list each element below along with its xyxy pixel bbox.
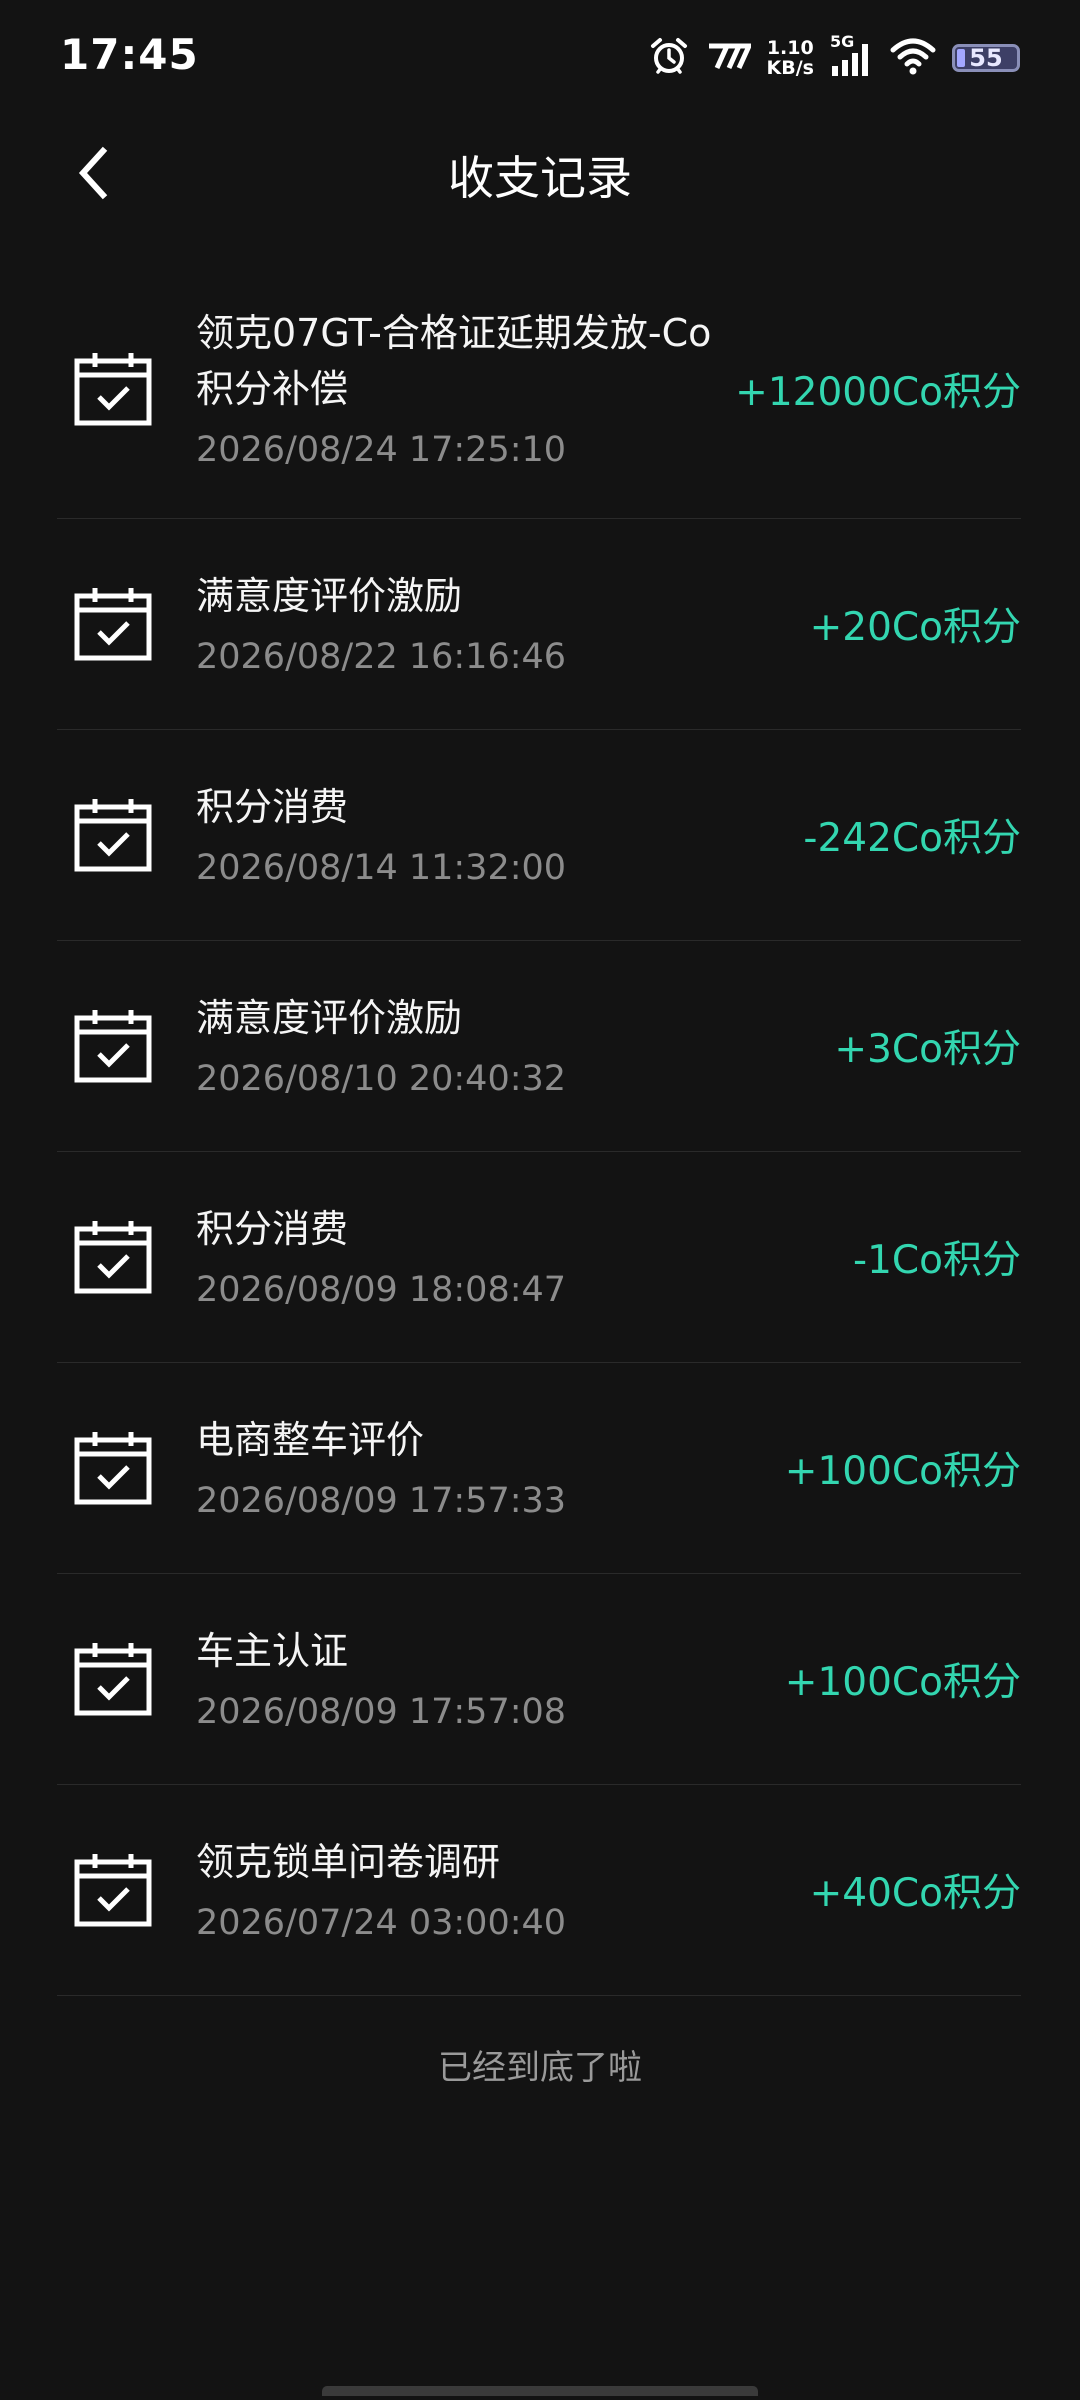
record-text: 积分消费 2026/08/09 18:08:47 <box>196 1201 816 1313</box>
record-text: 满意度评价激励 2026/08/10 20:40:32 <box>196 990 816 1102</box>
calendar-check-icon <box>74 353 152 426</box>
record-date: 2026/08/09 18:08:47 <box>196 1270 567 1310</box>
record-text: 满意度评价激励 2026/08/22 16:16:46 <box>196 568 816 680</box>
calendar-check-icon <box>74 1221 152 1294</box>
record-title: 电商整车评价 <box>196 1418 425 1462</box>
record-title: 积分消费 <box>196 1207 349 1251</box>
record-title-line: 领克07GT-合格证延期发放-Co <box>196 311 712 355</box>
list-item[interactable]: 电商整车评价 2026/08/09 17:57:33 +100Co积分 <box>57 1363 1021 1574</box>
calendar-check-icon <box>74 1432 152 1505</box>
record-title: 满意度评价激励 <box>196 996 463 1040</box>
calendar-check-icon <box>74 1854 152 1927</box>
record-date: 2026/08/09 17:57:08 <box>196 1692 567 1732</box>
status-time: 17:45 <box>60 30 199 79</box>
end-of-list-text: 已经到底了啦 <box>438 2048 642 2088</box>
battery-level: 55 <box>969 44 1003 72</box>
vibrate-mode-icon <box>705 40 753 76</box>
record-text: 电商整车评价 2026/08/09 17:57:33 <box>196 1412 816 1524</box>
record-title: 积分消费 <box>196 785 349 829</box>
record-amount: +40Co积分 <box>809 1871 1021 1916</box>
record-amount: +3Co积分 <box>834 1027 1021 1072</box>
list-item[interactable]: 满意度评价激励 2026/08/10 20:40:32 +3Co积分 <box>57 941 1021 1152</box>
record-title: 车主认证 <box>196 1629 349 1673</box>
signal-icon: 5G <box>830 32 874 80</box>
list-item[interactable]: 领克07GT-合格证延期发放-Co 积分补偿 2026/08/24 17:25:… <box>57 260 1021 519</box>
record-date: 2026/08/22 16:16:46 <box>196 637 567 677</box>
calendar-check-icon <box>74 588 152 661</box>
record-text: 积分消费 2026/08/14 11:32:00 <box>196 779 816 891</box>
record-date: 2026/08/24 17:25:10 <box>196 430 567 470</box>
calendar-check-icon <box>74 799 152 872</box>
record-date: 2026/08/14 11:32:00 <box>196 848 567 888</box>
record-amount: +12000Co积分 <box>735 370 1021 415</box>
home-indicator[interactable] <box>322 2386 758 2396</box>
record-amount: +20Co积分 <box>809 605 1021 650</box>
network-speed-value: 1.10 <box>766 37 814 59</box>
record-amount: -1Co积分 <box>853 1238 1021 1283</box>
record-date: 2026/08/09 17:57:33 <box>196 1481 567 1521</box>
page-title: 收支记录 <box>448 151 632 205</box>
record-amount: +100Co积分 <box>784 1449 1021 1494</box>
record-amount: -242Co积分 <box>803 816 1021 861</box>
wifi-icon <box>890 36 936 80</box>
record-amount: +100Co积分 <box>784 1660 1021 1705</box>
header: 收支记录 <box>0 118 1080 228</box>
list-item[interactable]: 积分消费 2026/08/09 18:08:47 -1Co积分 <box>57 1152 1021 1363</box>
record-date: 2026/07/24 03:00:40 <box>196 1903 567 1943</box>
record-title: 领克07GT-合格证延期发放-Co 积分补偿 <box>196 305 816 417</box>
record-title: 领克锁单问卷调研 <box>196 1840 501 1884</box>
list-item[interactable]: 领克锁单问卷调研 2026/07/24 03:00:40 +40Co积分 <box>57 1785 1021 1996</box>
network-speed: 1.10 KB/s <box>767 38 814 78</box>
alarm-icon <box>649 36 689 80</box>
record-text: 车主认证 2026/08/09 17:57:08 <box>196 1623 816 1735</box>
record-title: 满意度评价激励 <box>196 574 463 618</box>
battery-icon: 55 <box>952 44 1020 72</box>
list-item[interactable]: 车主认证 2026/08/09 17:57:08 +100Co积分 <box>57 1574 1021 1785</box>
calendar-check-icon <box>74 1643 152 1716</box>
record-list: 领克07GT-合格证延期发放-Co 积分补偿 2026/08/24 17:25:… <box>57 260 1021 1996</box>
list-item[interactable]: 积分消费 2026/08/14 11:32:00 -242Co积分 <box>57 730 1021 941</box>
status-bar: 17:45 1.10 KB/s 5G 55 <box>0 0 1080 118</box>
record-title-line: 积分补偿 <box>196 367 349 411</box>
record-text: 领克07GT-合格证延期发放-Co 积分补偿 2026/08/24 17:25:… <box>196 305 816 473</box>
list-item[interactable]: 满意度评价激励 2026/08/22 16:16:46 +20Co积分 <box>57 519 1021 730</box>
status-icons: 1.10 KB/s 5G 55 <box>633 32 1020 82</box>
network-speed-unit: KB/s <box>766 57 814 79</box>
record-date: 2026/08/10 20:40:32 <box>196 1059 567 1099</box>
calendar-check-icon <box>74 1010 152 1083</box>
record-text: 领克锁单问卷调研 2026/07/24 03:00:40 <box>196 1834 816 1946</box>
